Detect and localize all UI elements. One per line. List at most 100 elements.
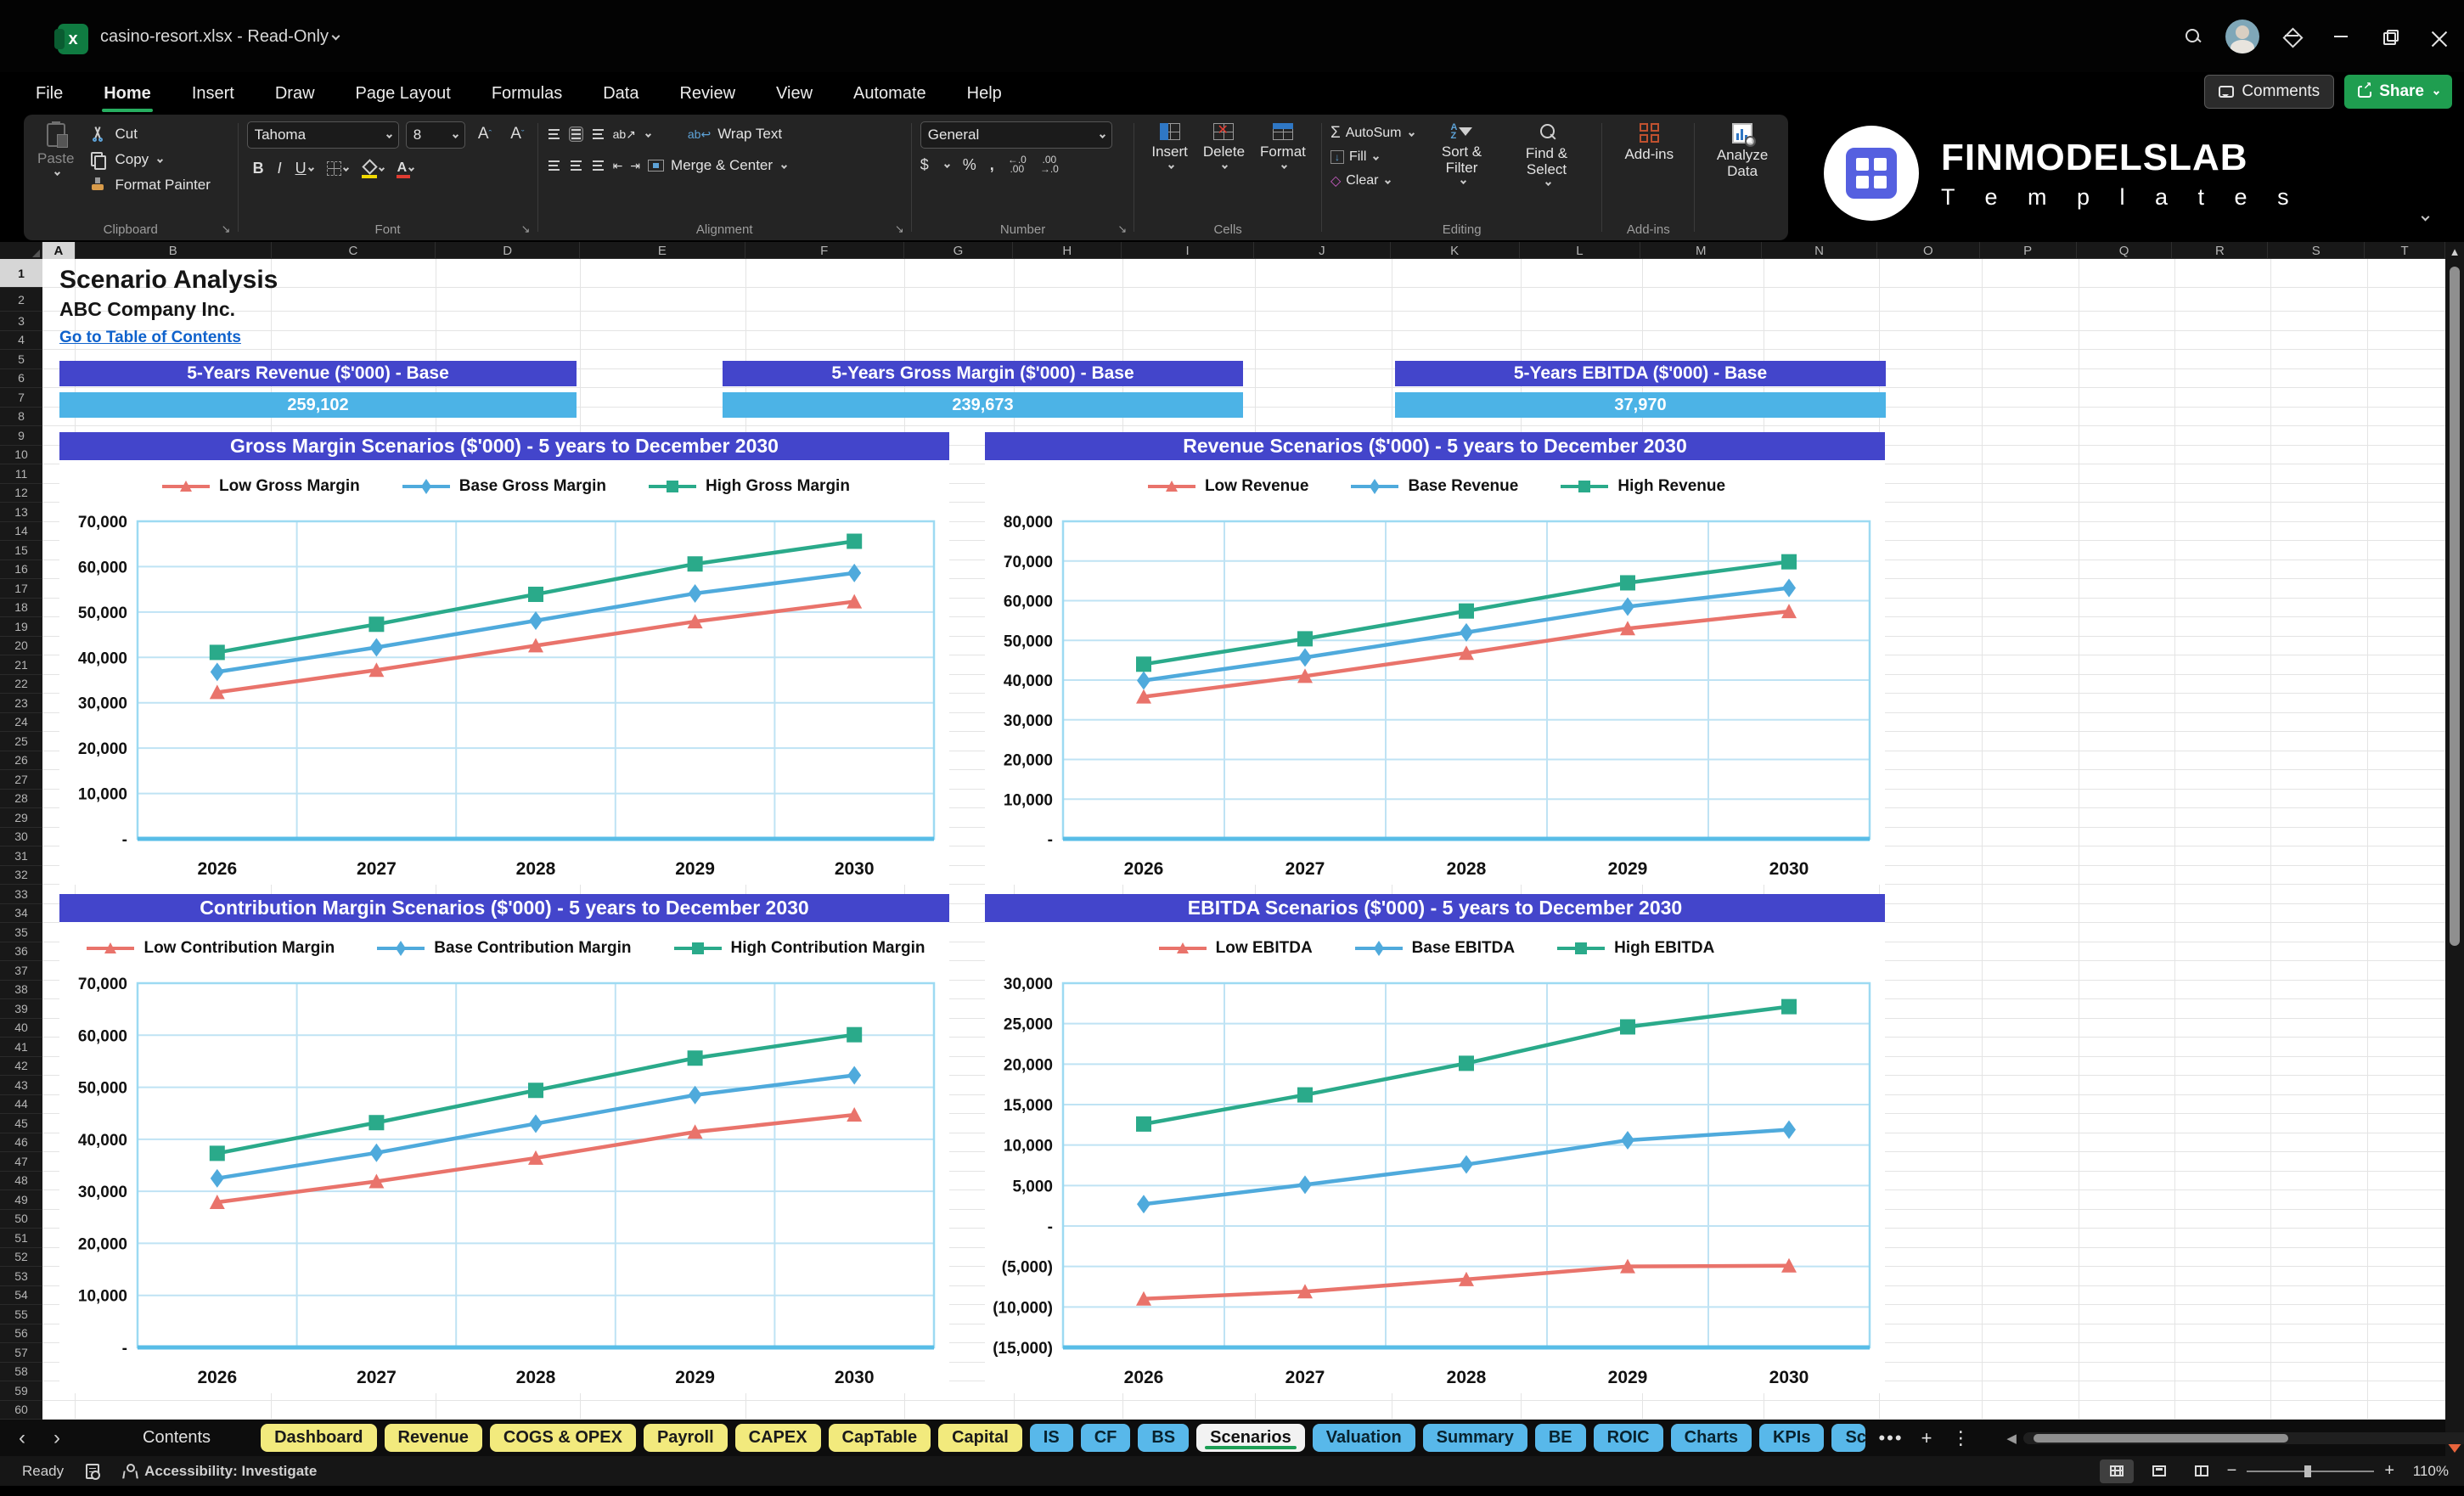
row-header-28[interactable]: 28 — [0, 790, 42, 808]
sheet-tab-is[interactable]: IS — [1029, 1424, 1073, 1452]
row-header-58[interactable]: 58 — [0, 1363, 42, 1381]
sheet-tab-cf[interactable]: CF — [1080, 1424, 1131, 1452]
row-header-42[interactable]: 42 — [0, 1057, 42, 1076]
row-header-51[interactable]: 51 — [0, 1229, 42, 1248]
row-header-40[interactable]: 40 — [0, 1019, 42, 1038]
bold-button[interactable]: B — [247, 155, 270, 181]
borders-button[interactable] — [321, 155, 354, 181]
row-header-41[interactable]: 41 — [0, 1038, 42, 1057]
sheet-options-button[interactable]: ⋮ — [1946, 1427, 1977, 1449]
fill-color-button[interactable] — [356, 155, 390, 181]
sheet-tab-payroll[interactable]: Payroll — [643, 1424, 728, 1452]
sort-filter-button[interactable]: AZ Sort & Filter — [1426, 121, 1499, 193]
font-color-button[interactable]: A — [391, 155, 420, 181]
sheet-tab-be[interactable]: BE — [1534, 1424, 1586, 1452]
sheet-tab-capital[interactable]: Capital — [938, 1424, 1022, 1452]
vertical-scrollbar[interactable]: ▲ — [2445, 242, 2464, 1456]
comments-button[interactable]: Comments — [2204, 75, 2335, 109]
italic-button[interactable]: I — [272, 155, 288, 181]
row-header-45[interactable]: 45 — [0, 1114, 42, 1133]
row-header-9[interactable]: 9 — [0, 426, 42, 446]
restore-button[interactable] — [2366, 11, 2415, 62]
sheet-tab-dashboard[interactable]: Dashboard — [261, 1424, 377, 1452]
sheet-tab-summary[interactable]: Summary — [1422, 1424, 1527, 1452]
horizontal-scroll-thumb[interactable] — [2033, 1433, 2288, 1443]
menu-formulas[interactable]: Formulas — [490, 81, 564, 107]
col-header-T[interactable]: T — [2365, 242, 2446, 259]
sheet-tab-capex[interactable]: CAPEX — [734, 1424, 821, 1452]
row-header-17[interactable]: 17 — [0, 579, 42, 599]
align-bottom-button[interactable] — [591, 127, 605, 141]
font-family-select[interactable]: Tahoma — [246, 121, 399, 149]
vertical-scroll-thumb[interactable] — [2450, 267, 2460, 946]
col-header-S[interactable]: S — [2268, 242, 2366, 259]
row-header-59[interactable]: 59 — [0, 1381, 42, 1401]
accessibility-status[interactable]: Accessibility: Investigate — [121, 1463, 317, 1480]
sheet-nav-prev[interactable]: ‹ — [8, 1426, 36, 1450]
format-painter-button[interactable]: Format Painter — [87, 172, 211, 198]
comma-style-button[interactable]: , — [990, 156, 994, 174]
col-header-N[interactable]: N — [1762, 242, 1877, 259]
zoom-in-button[interactable]: + — [2384, 1461, 2394, 1481]
row-header-37[interactable]: 37 — [0, 961, 42, 981]
horizontal-scrollbar[interactable]: ◀ — [2006, 1431, 2464, 1446]
select-all-corner[interactable] — [0, 242, 42, 259]
row-header-32[interactable]: 32 — [0, 866, 42, 885]
row-header-13[interactable]: 13 — [0, 503, 42, 522]
underline-button[interactable]: U — [290, 155, 319, 181]
increase-indent-button[interactable]: ⇥ — [630, 159, 640, 173]
row-header-29[interactable]: 29 — [0, 808, 42, 828]
font-size-select[interactable]: 8 — [405, 121, 465, 149]
sheet-tab-captable[interactable]: CapTable — [828, 1424, 931, 1452]
row-header-26[interactable]: 26 — [0, 751, 42, 770]
col-header-K[interactable]: K — [1391, 242, 1520, 259]
premium-button[interactable] — [2267, 11, 2316, 62]
workbook-statistics-button[interactable] — [86, 1463, 101, 1480]
row-header-22[interactable]: 22 — [0, 675, 42, 694]
copy-button[interactable]: Copy — [87, 147, 210, 172]
align-middle-button[interactable] — [568, 127, 583, 142]
sheet-tab-valuation[interactable]: Valuation — [1312, 1424, 1415, 1452]
more-sheets-button[interactable]: ••• — [1873, 1427, 1908, 1449]
row-header-35[interactable]: 35 — [0, 923, 42, 942]
row-header-55[interactable]: 55 — [0, 1305, 42, 1324]
sheet-tab-sc[interactable]: Sc — [1831, 1424, 1866, 1452]
menu-draw[interactable]: Draw — [273, 81, 317, 107]
row-header-21[interactable]: 21 — [0, 655, 42, 675]
row-header-19[interactable]: 19 — [0, 617, 42, 637]
row-header-20[interactable]: 20 — [0, 637, 42, 655]
menu-review[interactable]: Review — [678, 81, 737, 107]
col-header-O[interactable]: O — [1877, 242, 1980, 259]
row-header-53[interactable]: 53 — [0, 1267, 42, 1286]
table-of-contents-link[interactable]: Go to Table of Contents — [59, 329, 241, 347]
row-header-43[interactable]: 43 — [0, 1076, 42, 1095]
sheet-tab-charts[interactable]: Charts — [1670, 1424, 1752, 1452]
row-header-24[interactable]: 24 — [0, 713, 42, 732]
col-header-I[interactable]: I — [1122, 242, 1254, 259]
row-header-39[interactable]: 39 — [0, 999, 42, 1019]
row-header-47[interactable]: 47 — [0, 1152, 42, 1172]
row-header-48[interactable]: 48 — [0, 1172, 42, 1190]
col-header-E[interactable]: E — [580, 242, 745, 259]
worksheet-area[interactable]: Scenario Analysis ABC Company Inc. Go to… — [42, 259, 2445, 1420]
sheet-tab-revenue[interactable]: Revenue — [384, 1424, 482, 1452]
row-header-36[interactable]: 36 — [0, 942, 42, 961]
row-header-8[interactable]: 8 — [0, 408, 42, 426]
decrease-decimal-button[interactable]: .00 →.0 — [1040, 155, 1059, 174]
col-header-F[interactable]: F — [745, 242, 904, 259]
align-top-button[interactable] — [547, 127, 561, 141]
zoom-level[interactable]: 110% — [2405, 1463, 2449, 1480]
zoom-out-button[interactable]: − — [2227, 1461, 2237, 1481]
row-header-57[interactable]: 57 — [0, 1343, 42, 1363]
sheet-tab-kpis[interactable]: KPIs — [1758, 1424, 1825, 1452]
merge-center-button[interactable]: Merge & Center — [648, 153, 788, 178]
search-button[interactable] — [2169, 11, 2218, 62]
clipboard-dialog-launcher[interactable]: ↘ — [222, 222, 231, 236]
decrease-indent-button[interactable]: ⇤ — [613, 159, 623, 173]
col-header-D[interactable]: D — [436, 242, 581, 259]
increase-decimal-button[interactable]: ←.0.00 — [1008, 155, 1027, 174]
col-header-G[interactable]: G — [904, 242, 1014, 259]
row-header-4[interactable]: 4 — [0, 331, 42, 350]
clear-button[interactable]: ◇ Clear — [1330, 169, 1414, 193]
row-header-30[interactable]: 30 — [0, 828, 42, 846]
